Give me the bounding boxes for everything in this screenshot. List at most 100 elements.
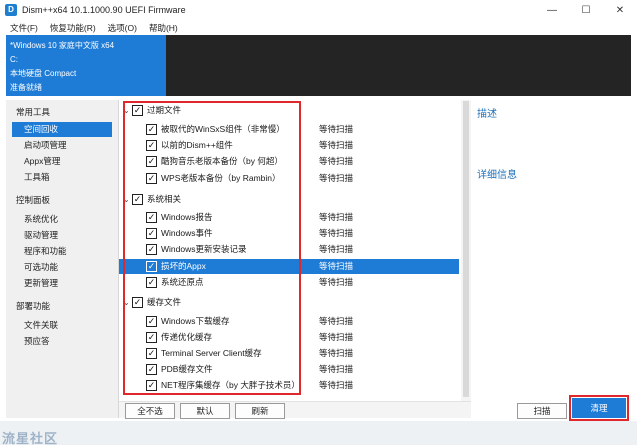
chevron-down-icon[interactable]: ⌄: [123, 195, 130, 204]
item-label: 传递优化缓存: [161, 332, 213, 342]
list-item[interactable]: ✓ 系统还原点 等待扫描: [119, 275, 459, 290]
sidebar-item-startup[interactable]: 启动项管理: [24, 138, 112, 153]
item-label: WPS老版本备份（by Rambin）: [161, 173, 281, 183]
list-item[interactable]: ✓ NET程序集缓存（by 大胖子技术员） 等待扫描: [119, 378, 459, 393]
checkbox[interactable]: ✓: [146, 244, 157, 255]
sidebar-item-programs[interactable]: 程序和功能: [24, 244, 112, 259]
window-title: Dism++x64 10.1.1000.90 UEFI Firmware: [22, 5, 186, 15]
checkbox[interactable]: ✓: [146, 277, 157, 288]
info-panel: 描述 详细信息: [471, 100, 631, 401]
item-status: 等待扫描: [319, 156, 354, 166]
sidebar-item-optional-features[interactable]: 可选功能: [24, 260, 112, 275]
minimize-button[interactable]: —: [535, 0, 569, 20]
checkbox[interactable]: ✓: [146, 140, 157, 151]
item-label: 以前的Dism++组件: [161, 140, 233, 150]
item-status: 等待扫描: [319, 261, 354, 271]
checkbox[interactable]: ✓: [146, 124, 157, 135]
checkbox[interactable]: ✓: [146, 316, 157, 327]
item-label: Terminal Server Client缓存: [161, 348, 262, 358]
details-title: 详细信息: [477, 170, 517, 181]
checkbox[interactable]: ✓: [132, 297, 143, 308]
item-label: 酷狗音乐老版本备份（by 何超）: [161, 156, 283, 166]
list-item[interactable]: ✓ WPS老版本备份（by Rambin） 等待扫描: [119, 171, 459, 186]
group-label: 过期文件: [147, 105, 182, 115]
scan-button[interactable]: 扫描: [517, 403, 567, 419]
checkbox[interactable]: ✓: [146, 364, 157, 375]
checkbox[interactable]: ✓: [146, 380, 157, 391]
default-button[interactable]: 默认: [180, 403, 230, 419]
menu-help[interactable]: 帮助(H): [143, 22, 184, 34]
scrollbar-thumb[interactable]: [463, 101, 469, 397]
maximize-button[interactable]: ☐: [569, 0, 603, 20]
sidebar-item-answer-file[interactable]: 预应答: [24, 334, 112, 349]
checkbox[interactable]: ✓: [146, 348, 157, 359]
list-item[interactable]: ✓ 酷狗音乐老版本备份（by 何超） 等待扫描: [119, 154, 459, 169]
app-icon: D: [5, 4, 17, 16]
item-label: Windows下载缓存: [161, 316, 230, 326]
item-status: 等待扫描: [319, 380, 354, 390]
list-item[interactable]: ✓ 被取代的WinSxS组件（非常慢） 等待扫描: [119, 122, 459, 137]
sidebar-item-file-assoc[interactable]: 文件关联: [24, 318, 112, 333]
sidebar-item-updates[interactable]: 更新管理: [24, 276, 112, 291]
sidebar: 常用工具 空间回收 启动项管理 Appx管理 工具箱 控制面板 系统优化 驱动管…: [6, 100, 119, 418]
list-group-row[interactable]: ⌄ ✓ 系统相关: [119, 192, 459, 207]
item-label: PDB缓存文件: [161, 364, 213, 374]
checkbox[interactable]: ✓: [132, 105, 143, 116]
checkbox[interactable]: ✓: [146, 156, 157, 167]
item-label: Windows事件: [161, 228, 213, 238]
list-item[interactable]: ✓ 传递优化缓存 等待扫描: [119, 330, 459, 345]
select-none-button[interactable]: 全不选: [125, 403, 175, 419]
list-item-selected[interactable]: ✓ 损坏的Appx 等待扫描: [119, 259, 459, 274]
os-state: 准备就绪: [10, 83, 42, 92]
menu-restore[interactable]: 恢复功能(R): [44, 22, 102, 34]
os-session-tile[interactable]: *Windows 10 家庭中文版 x64 C: 本地硬盘 Compact 准备…: [6, 35, 166, 96]
item-status: 等待扫描: [319, 332, 354, 342]
checkbox[interactable]: ✓: [146, 332, 157, 343]
menu-options[interactable]: 选项(O): [102, 22, 143, 34]
chevron-down-icon[interactable]: ⌄: [123, 106, 130, 115]
list-item[interactable]: ✓ Windows下载缓存 等待扫描: [119, 314, 459, 329]
menu-file[interactable]: 文件(F): [0, 22, 44, 34]
sidebar-item-toolbox[interactable]: 工具箱: [24, 170, 112, 185]
list-item[interactable]: ✓ Windows更新安装记录 等待扫描: [119, 242, 459, 257]
sidebar-item-system-optimize[interactable]: 系统优化: [24, 212, 112, 227]
item-label: 被取代的WinSxS组件（非常慢）: [161, 124, 285, 134]
checkbox[interactable]: ✓: [132, 194, 143, 205]
clean-button[interactable]: 清理: [572, 398, 626, 418]
list-item[interactable]: ✓ Windows事件 等待扫描: [119, 226, 459, 241]
checkbox[interactable]: ✓: [146, 212, 157, 223]
chevron-down-icon[interactable]: ⌄: [123, 298, 130, 307]
title-bar: D Dism++x64 10.1.1000.90 UEFI Firmware —…: [0, 0, 637, 20]
item-status: 等待扫描: [319, 244, 354, 254]
sidebar-item-appx[interactable]: Appx管理: [24, 154, 112, 169]
close-button[interactable]: ✕: [603, 0, 637, 20]
item-status: 等待扫描: [319, 364, 354, 374]
sidebar-group-deployment: 部署功能: [16, 301, 51, 311]
refresh-button[interactable]: 刷新: [235, 403, 285, 419]
list-group-row[interactable]: ⌄ ✓ 缓存文件: [119, 295, 459, 310]
checkbox[interactable]: ✓: [146, 173, 157, 184]
item-status: 等待扫描: [319, 228, 354, 238]
checkbox[interactable]: ✓: [146, 228, 157, 239]
list-item[interactable]: ✓ 以前的Dism++组件 等待扫描: [119, 138, 459, 153]
window-controls: — ☐ ✕: [535, 0, 637, 20]
os-drive: C:: [10, 55, 18, 64]
list-group-row[interactable]: ⌄ ✓ 过期文件: [119, 103, 459, 118]
list-vertical-scrollbar[interactable]: [461, 100, 471, 401]
list-item[interactable]: ✓ PDB缓存文件 等待扫描: [119, 362, 459, 377]
list-item[interactable]: ✓ Windows报告 等待扫描: [119, 210, 459, 225]
group-label: 系统相关: [147, 194, 182, 204]
sidebar-group-control-panel: 控制面板: [16, 195, 51, 205]
sidebar-item-space-reclaim[interactable]: 空间回收: [12, 122, 112, 137]
footer-strip: [0, 421, 637, 445]
item-label: Windows更新安装记录: [161, 244, 247, 254]
item-label: NET程序集缓存（by 大胖子技术员）: [161, 380, 300, 390]
item-status: 等待扫描: [319, 348, 354, 358]
list-item[interactable]: ✓ Terminal Server Client缓存 等待扫描: [119, 346, 459, 361]
sidebar-item-drivers[interactable]: 驱动管理: [24, 228, 112, 243]
group-label: 缓存文件: [147, 297, 182, 307]
checkbox[interactable]: ✓: [146, 261, 157, 272]
item-label: 损坏的Appx: [161, 261, 206, 271]
description-title: 描述: [477, 109, 497, 120]
item-status: 等待扫描: [319, 140, 354, 150]
